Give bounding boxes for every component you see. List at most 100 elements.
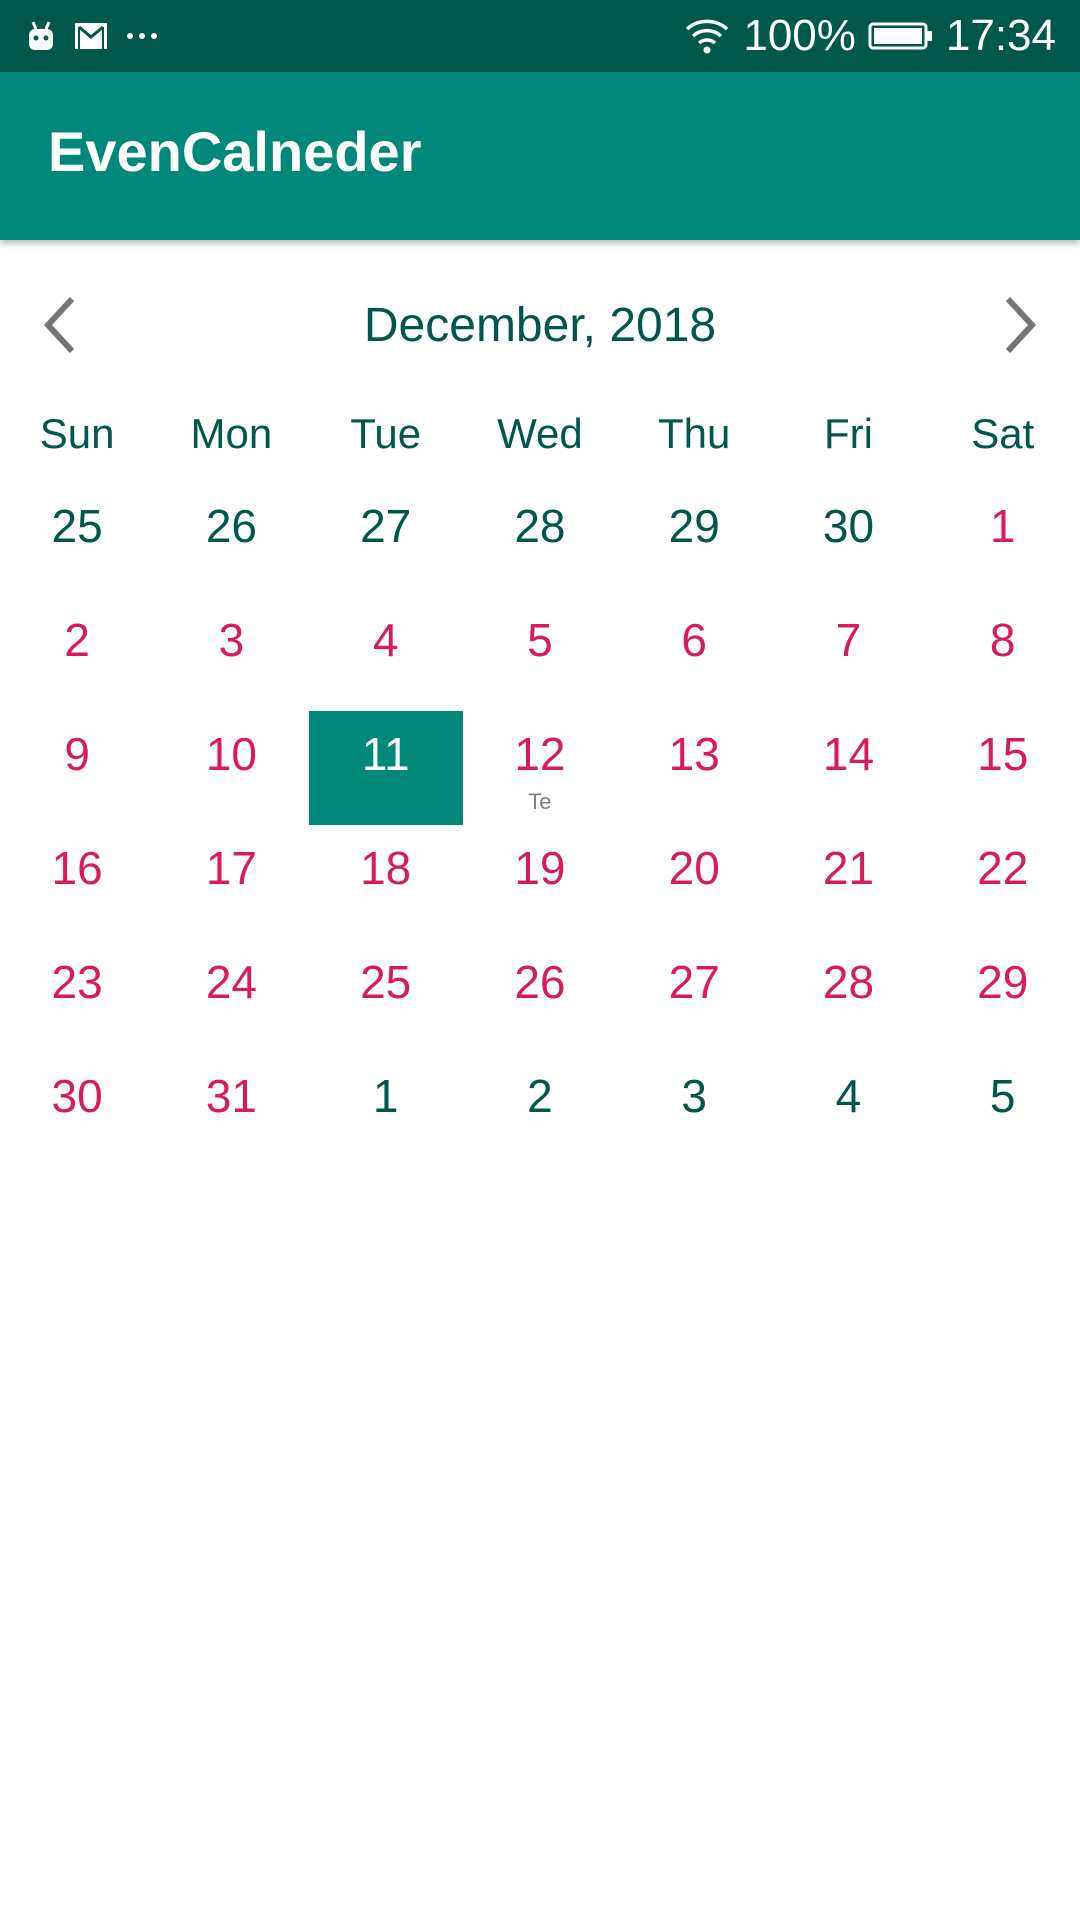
day-number: 13	[668, 728, 720, 780]
calendar-day[interactable]: 5	[926, 1053, 1080, 1167]
calendar-day-selected[interactable]: 11	[308, 711, 463, 825]
day-number: 2	[527, 1070, 553, 1122]
app-bar: EvenCalneder	[0, 72, 1080, 240]
day-number: 27	[668, 956, 720, 1008]
day-number: 9	[64, 728, 90, 780]
day-number: 30	[822, 500, 875, 552]
calendar-day[interactable]: 31	[154, 1053, 308, 1167]
weekday-label: Fri	[823, 410, 873, 457]
status-left-icons	[26, 14, 158, 58]
day-number: 15	[977, 728, 1029, 780]
calendar-day[interactable]: 27	[309, 483, 463, 597]
day-number: 1	[372, 1070, 399, 1122]
calendar-day[interactable]: 10	[154, 711, 308, 825]
day-number: 1	[989, 500, 1016, 552]
day-number: 25	[360, 956, 412, 1008]
calendar-day[interactable]: 2	[463, 1053, 617, 1167]
weekday-label: Thu	[658, 410, 731, 457]
day-number: 3	[681, 1070, 707, 1122]
day-number: 6	[681, 614, 707, 666]
calendar-day[interactable]: 4	[771, 1053, 925, 1167]
calendar-day[interactable]: 20	[617, 825, 771, 939]
day-number: 16	[51, 842, 103, 894]
day-number: 31	[205, 1070, 257, 1122]
weekday-header: Sun Mon Tue Wed Thu Fri Sat	[0, 410, 1080, 470]
calendar-day[interactable]: 3	[154, 597, 308, 711]
day-number: 25	[51, 500, 103, 552]
day-number: 28	[514, 500, 566, 552]
day-number: 3	[218, 614, 245, 666]
calendar-day[interactable]: 9	[0, 711, 154, 825]
calendar-day[interactable]: 19	[463, 825, 617, 939]
day-number: 29	[668, 500, 720, 552]
calendar-day[interactable]: 24	[154, 939, 308, 1053]
month-title: December, 2018	[363, 299, 717, 352]
weekday-label: Tue	[350, 410, 422, 457]
calendar-day[interactable]: 13	[617, 711, 771, 825]
day-number: 26	[205, 500, 257, 552]
calendar-day[interactable]: 5	[463, 597, 617, 711]
calendar-day[interactable]: 1	[926, 483, 1080, 597]
weekday-label: Wed	[497, 410, 583, 457]
day-number: 12	[514, 728, 566, 780]
day-number: 8	[989, 614, 1016, 666]
calendar-day[interactable]: 2	[0, 597, 154, 711]
calendar-day[interactable]: 30	[771, 483, 925, 597]
calendar-day[interactable]: 16	[0, 825, 154, 939]
calendar-day[interactable]: 29	[617, 483, 771, 597]
day-number: 19	[514, 842, 566, 894]
calendar-day[interactable]: 14	[771, 711, 925, 825]
day-number: 10	[205, 728, 257, 780]
calendar-day[interactable]: 23	[0, 939, 154, 1053]
day-number: 4	[835, 1070, 862, 1122]
calendar-day[interactable]: 21	[771, 825, 925, 939]
battery-percentage: 100%	[743, 11, 856, 60]
battery-icon	[868, 21, 934, 51]
calendar-day[interactable]: 26	[154, 483, 308, 597]
calendar-day[interactable]: 17	[154, 825, 308, 939]
calendar-day[interactable]: 22	[926, 825, 1080, 939]
calendar-day[interactable]: 18	[309, 825, 463, 939]
calendar-day[interactable]: 1	[309, 1053, 463, 1167]
calendar-day[interactable]: 12 Te	[463, 711, 617, 825]
calendar-day[interactable]: 3	[617, 1053, 771, 1167]
calendar-day[interactable]: 7	[771, 597, 925, 711]
gmail-icon	[74, 22, 108, 50]
calendar-day[interactable]: 29	[926, 939, 1080, 1053]
calendar-day[interactable]: 30	[0, 1053, 154, 1167]
day-number: 2	[64, 614, 90, 666]
day-number: 24	[205, 956, 257, 1008]
day-number: 27	[360, 500, 412, 552]
day-number: 29	[977, 956, 1029, 1008]
day-number: 30	[51, 1070, 103, 1122]
calendar-day[interactable]: 25	[0, 483, 154, 597]
status-right-icons: 100% 17:34	[683, 0, 1056, 72]
more-dots-icon	[126, 31, 158, 41]
calendar-day[interactable]: 28	[463, 483, 617, 597]
day-number: 21	[822, 842, 875, 894]
day-number: 4	[372, 614, 399, 666]
day-number: 5	[989, 1070, 1016, 1122]
calendar-day[interactable]: 26	[463, 939, 617, 1053]
android-icon	[26, 20, 56, 52]
weekday-label: Sun	[39, 410, 115, 457]
day-number: 23	[51, 956, 103, 1008]
calendar-day[interactable]: 28	[771, 939, 925, 1053]
calendar-day[interactable]: 15	[926, 711, 1080, 825]
calendar-grid: 25 26 27 28 29 30 1 2 3 4 5 6 7 8 9 10 11 12 Te 13 14 15 16 17 1…	[0, 483, 1080, 1167]
status-time: 17:34	[945, 11, 1056, 60]
calendar-day[interactable]: 8	[926, 597, 1080, 711]
wifi-icon	[683, 17, 731, 55]
calendar-day[interactable]: 27	[617, 939, 771, 1053]
calendar-day[interactable]: 25	[309, 939, 463, 1053]
calendar-day[interactable]: 6	[617, 597, 771, 711]
day-number: 5	[527, 614, 553, 666]
weekday-label: Sat	[971, 410, 1035, 457]
day-number: 7	[835, 614, 862, 666]
calendar-day[interactable]: 4	[309, 597, 463, 711]
day-number: 20	[668, 842, 720, 894]
day-number: 11	[361, 728, 410, 780]
status-bar: 100% 17:34	[0, 0, 1080, 72]
day-number: 18	[360, 842, 412, 894]
next-month-button[interactable]	[980, 290, 1060, 360]
